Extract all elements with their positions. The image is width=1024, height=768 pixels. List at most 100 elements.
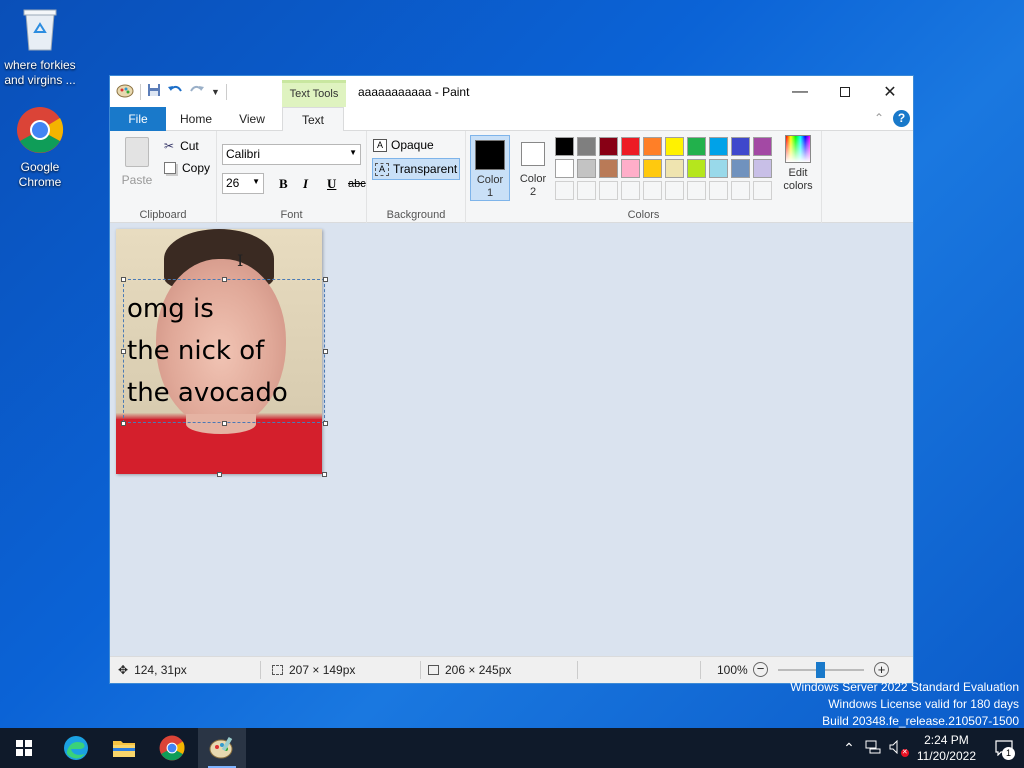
color2-button[interactable]: Color 2	[513, 135, 553, 201]
cut-button[interactable]: ✂ Cut	[164, 139, 199, 153]
notification-count-badge: 1	[1002, 747, 1015, 760]
tab-text[interactable]: Text	[282, 107, 344, 132]
tab-home[interactable]: Home	[168, 107, 224, 131]
text-tools-context-label: Text Tools	[282, 80, 346, 107]
color-swatch[interactable]	[643, 159, 662, 178]
edit-colors-button[interactable]: Edit colors	[778, 135, 818, 193]
underline-button[interactable]: U	[327, 176, 336, 192]
color-swatch[interactable]	[665, 159, 684, 178]
text-cursor-icon: I	[237, 251, 244, 270]
taskbar-paint[interactable]	[198, 728, 246, 768]
font-family-select[interactable]: Calibri ▼	[222, 144, 361, 165]
custom-color-slot[interactable]	[753, 181, 772, 200]
taskbar-file-explorer[interactable]	[100, 728, 148, 768]
color-swatch[interactable]	[599, 137, 618, 156]
color-swatch[interactable]	[731, 159, 750, 178]
network-icon[interactable]	[861, 740, 885, 757]
volume-muted-icon[interactable]: ✕	[885, 739, 909, 757]
taskbar-edge[interactable]	[52, 728, 100, 768]
paste-button[interactable]: Paste	[120, 137, 154, 187]
tab-file[interactable]: File	[110, 107, 166, 131]
custom-color-slot[interactable]	[709, 181, 728, 200]
minimize-button[interactable]: —	[777, 76, 823, 107]
transparent-button[interactable]: A Transparent	[372, 158, 460, 180]
color-swatch[interactable]	[731, 137, 750, 156]
chrome-label: Google Chrome	[18, 160, 62, 189]
canvas-resize-handle[interactable]	[322, 472, 327, 477]
maximize-icon	[840, 86, 850, 97]
color1-button[interactable]: Color 1	[470, 135, 510, 201]
bold-button[interactable]: B	[279, 176, 288, 192]
text-box-selection[interactable]: omg is the nick of the avocado	[123, 279, 325, 423]
customize-qat-icon[interactable]: ▼	[211, 87, 220, 97]
color-swatch[interactable]	[577, 137, 596, 156]
taskbar-chrome[interactable]	[148, 728, 196, 768]
resize-handle[interactable]	[323, 277, 328, 282]
clipboard-group-label: Clipboard	[139, 209, 187, 221]
canvas-text[interactable]: omg is the nick of the avocado	[127, 288, 288, 414]
notifications-button[interactable]: 1	[984, 728, 1024, 768]
copy-button[interactable]: Copy	[164, 161, 210, 175]
color-swatch[interactable]	[753, 159, 772, 178]
undo-icon[interactable]	[167, 83, 183, 100]
color-swatch[interactable]	[709, 159, 728, 178]
save-icon[interactable]	[147, 83, 161, 100]
custom-color-slot[interactable]	[665, 181, 684, 200]
resize-handle[interactable]	[323, 421, 328, 426]
resize-handle[interactable]	[121, 421, 126, 426]
custom-color-slot[interactable]	[687, 181, 706, 200]
resize-handle[interactable]	[323, 349, 328, 354]
show-hidden-icons-icon[interactable]: ⌃	[837, 740, 861, 757]
color-swatch[interactable]	[599, 159, 618, 178]
recycle-bin-desktop-icon[interactable]: where forkies and virgins ...	[0, 6, 80, 88]
color-swatch[interactable]	[643, 137, 662, 156]
taskbar: ⌃ ✕ 2:24 PM 11/20/2022 1	[0, 728, 1024, 768]
custom-color-slot[interactable]	[621, 181, 640, 200]
color-swatch[interactable]	[753, 137, 772, 156]
resize-handle[interactable]	[121, 349, 126, 354]
collapse-ribbon-icon[interactable]: ⌃	[874, 111, 884, 125]
color-swatch[interactable]	[555, 159, 574, 178]
color-swatch[interactable]	[621, 137, 640, 156]
recycle-bin-label: where forkies and virgins ...	[4, 58, 76, 87]
tab-view[interactable]: View	[224, 107, 280, 131]
zoom-in-button[interactable]: +	[874, 662, 889, 677]
color-swatch[interactable]	[709, 137, 728, 156]
zoom-out-button[interactable]: −	[753, 662, 768, 677]
custom-color-slot[interactable]	[577, 181, 596, 200]
color-swatch[interactable]	[665, 137, 684, 156]
color-swatch[interactable]	[687, 159, 706, 178]
paint-app-icon[interactable]	[116, 82, 134, 101]
folder-icon	[113, 741, 135, 757]
close-button[interactable]: ✕	[867, 76, 913, 107]
italic-button[interactable]: I	[303, 176, 308, 192]
resize-handle[interactable]	[222, 421, 227, 426]
quick-access-toolbar: ▼	[116, 82, 227, 101]
resize-handle[interactable]	[121, 277, 126, 282]
start-button[interactable]	[0, 728, 48, 768]
color-swatch[interactable]	[621, 159, 640, 178]
google-chrome-desktop-icon[interactable]: Google Chrome	[0, 106, 80, 190]
strikethrough-button[interactable]: abc	[348, 178, 366, 190]
color-swatch[interactable]	[577, 159, 596, 178]
canvas-resize-handle[interactable]	[217, 472, 222, 477]
color-swatch[interactable]	[687, 137, 706, 156]
color-swatch[interactable]	[555, 137, 574, 156]
maximize-button[interactable]	[822, 76, 868, 107]
help-icon[interactable]: ?	[893, 110, 910, 127]
zoom-slider[interactable]	[778, 662, 864, 678]
zoom-slider-thumb[interactable]	[816, 662, 825, 678]
edge-icon	[64, 736, 88, 760]
custom-color-slot[interactable]	[599, 181, 618, 200]
custom-color-slot[interactable]	[643, 181, 662, 200]
redo-icon[interactable]	[189, 83, 205, 100]
opaque-button[interactable]: A Opaque	[373, 138, 434, 152]
font-size-select[interactable]: 26 ▼	[222, 173, 264, 194]
resize-handle[interactable]	[222, 277, 227, 282]
color2-swatch	[521, 142, 545, 166]
clock[interactable]: 2:24 PM 11/20/2022	[909, 732, 984, 764]
canvas-area[interactable]: omg is the nick of the avocado I	[110, 223, 913, 656]
custom-color-slot[interactable]	[731, 181, 750, 200]
custom-color-slot[interactable]	[555, 181, 574, 200]
title-bar[interactable]: ▼ Text Tools aaaaaaaaaaa - Paint — ✕	[110, 76, 913, 107]
